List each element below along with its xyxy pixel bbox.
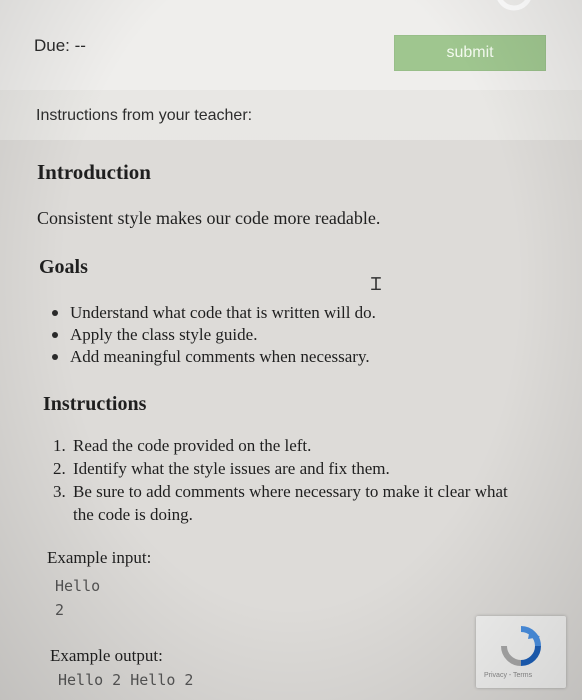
instruction-item: 3. Be sure to add comments where necessa… — [53, 480, 513, 526]
instructions-heading: Instructions — [43, 393, 147, 415]
instruction-text: Be sure to add comments where necessary … — [73, 482, 508, 524]
instructions-list: 1. Read the code provided on the left. 2… — [53, 434, 513, 526]
goal-item: Add meaningful comments when necessary. — [52, 346, 376, 368]
example-output-line: Hello 2 Hello 2 — [58, 671, 194, 689]
instruction-number: 3. — [53, 482, 66, 501]
assignment-page: op Due: -- submit Instructions from your… — [0, 0, 582, 700]
introduction-heading: Introduction — [37, 160, 151, 184]
example-output-label: Example output: — [50, 646, 163, 665]
goals-list: Understand what code that is written wil… — [52, 302, 376, 368]
submit-button[interactable]: submit — [394, 35, 546, 71]
example-input-label: Example input: — [47, 548, 152, 567]
introduction-text: Consistent style makes our code more rea… — [37, 208, 381, 228]
recaptcha-badge[interactable]: Privacy - Terms — [476, 616, 566, 688]
brand-logo-icon: op — [497, 0, 531, 11]
goal-item: Understand what code that is written wil… — [52, 302, 376, 324]
text-cursor-icon: Ɪ — [371, 274, 382, 295]
example-input-line: 2 — [55, 601, 65, 619]
instruction-text: Identify what the style issues are and f… — [73, 459, 390, 478]
instruction-text: Read the code provided on the left. — [73, 436, 312, 455]
due-date: Due: -- — [34, 36, 86, 55]
instruction-number: 2. — [53, 459, 66, 478]
recaptcha-privacy-terms-links[interactable]: Privacy - Terms — [484, 672, 532, 679]
instruction-number: 1. — [53, 436, 66, 455]
recaptcha-icon — [501, 626, 541, 666]
instruction-item: 2. Identify what the style issues are an… — [53, 457, 513, 480]
instructions-from-teacher-label: Instructions from your teacher: — [36, 107, 253, 124]
goals-heading: Goals — [39, 256, 88, 278]
goal-item: Apply the class style guide. — [52, 324, 376, 346]
example-input-line: Hello — [55, 577, 101, 595]
instruction-item: 1. Read the code provided on the left. — [53, 434, 513, 457]
